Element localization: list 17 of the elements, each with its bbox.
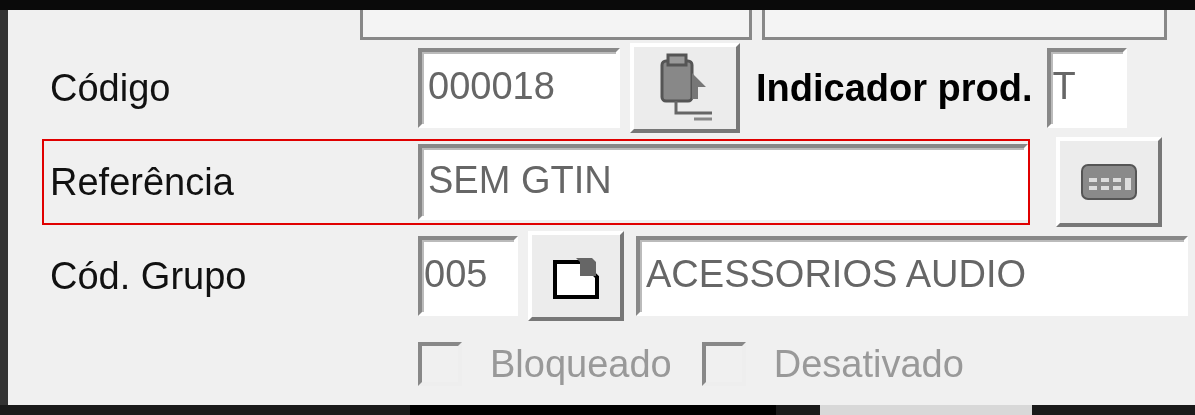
keypad-icon <box>1081 164 1137 200</box>
group-lookup-button[interactable] <box>528 231 624 321</box>
code-field[interactable]: 000018 <box>418 48 620 128</box>
lookup-button[interactable] <box>630 43 740 133</box>
field-label: Indicador prod. <box>756 66 1033 110</box>
tab[interactable] <box>762 10 1167 40</box>
keypad-button[interactable] <box>1056 137 1162 227</box>
checkbox-label: Desativado <box>773 342 964 386</box>
field-label: Cód. Grupo <box>50 254 248 298</box>
field-label: Referência <box>50 160 235 204</box>
group-code-field[interactable]: 005 <box>418 236 518 316</box>
reference-field[interactable]: SEM GTIN <box>418 144 1028 220</box>
indicator-field[interactable]: T <box>1046 48 1127 128</box>
group-name-field: ACESSORIOS AUDIO <box>636 236 1188 316</box>
tab[interactable] <box>360 10 752 40</box>
field-label: Código <box>50 66 172 110</box>
checkbox-label: Bloqueado <box>490 342 672 386</box>
